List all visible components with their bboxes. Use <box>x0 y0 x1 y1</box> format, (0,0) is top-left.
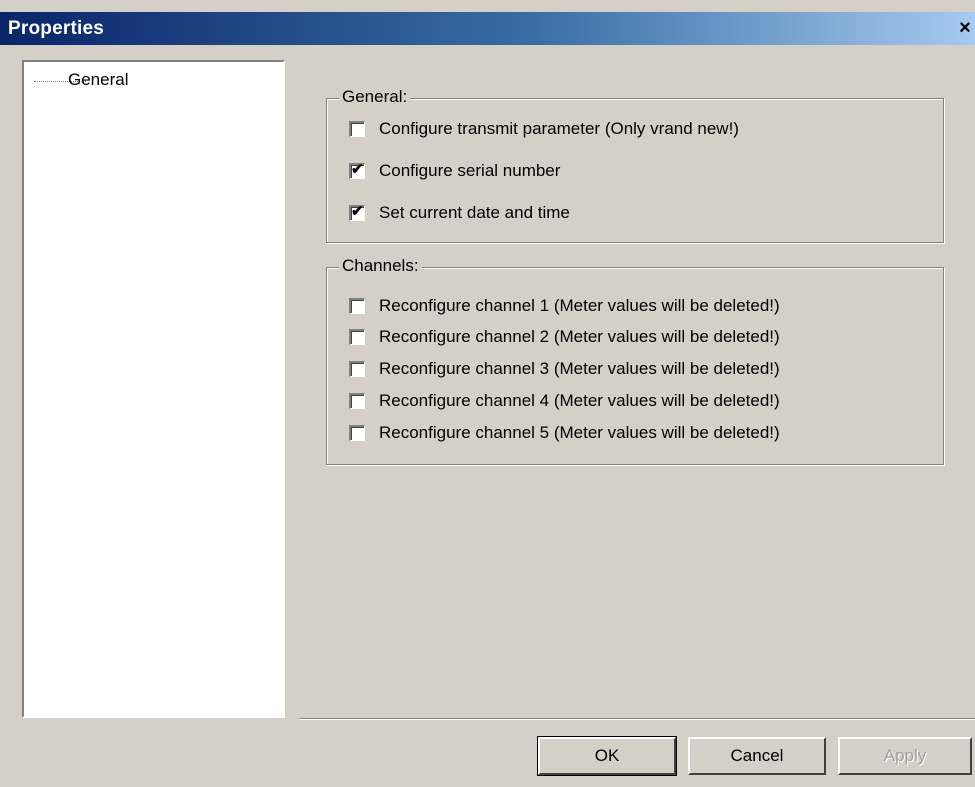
option-label: Reconfigure channel 5 (Meter values will… <box>379 423 780 442</box>
check-icon: ✔ <box>351 161 364 178</box>
checkbox-set-date-time[interactable]: ✔ <box>349 203 365 221</box>
checkbox-configure-serial[interactable]: ✔ <box>349 161 365 179</box>
cancel-button[interactable]: Cancel <box>688 737 826 775</box>
close-icon[interactable]: × <box>955 16 975 42</box>
checkbox-channel-5[interactable] <box>349 425 365 441</box>
option-label: Configure transmit parameter (Only vrand… <box>379 119 739 138</box>
general-group: General: Configure transmit parameter (O… <box>326 87 944 243</box>
button-separator <box>300 718 975 720</box>
option-label: Configure serial number <box>379 161 561 180</box>
checkbox-channel-4[interactable] <box>349 393 365 409</box>
channels-group: Channels: Reconfigure channel 1 (Meter v… <box>326 256 944 465</box>
window-title: Properties <box>8 18 104 39</box>
option-label: Reconfigure channel 3 (Meter values will… <box>379 359 780 378</box>
option-set-date-time[interactable]: ✔ Set current date and time <box>349 203 570 223</box>
option-reconfigure-channel-2[interactable]: Reconfigure channel 2 (Meter values will… <box>349 327 780 347</box>
option-configure-serial[interactable]: ✔ Configure serial number <box>349 161 560 181</box>
checkbox-channel-2[interactable] <box>349 329 365 345</box>
option-label: Reconfigure channel 4 (Meter values will… <box>379 391 780 410</box>
channels-group-title: Channels: <box>339 256 422 276</box>
check-icon: ✔ <box>351 203 364 220</box>
option-reconfigure-channel-3[interactable]: Reconfigure channel 3 (Meter values will… <box>349 359 780 379</box>
option-label: Reconfigure channel 2 (Meter values will… <box>379 327 780 346</box>
category-tree[interactable]: General <box>22 60 285 718</box>
checkbox-channel-3[interactable] <box>349 361 365 377</box>
option-label: Set current date and time <box>379 203 570 222</box>
checkbox-configure-transmit[interactable] <box>349 121 365 137</box>
title-bar[interactable]: Properties × <box>0 12 975 45</box>
option-configure-transmit[interactable]: Configure transmit parameter (Only vrand… <box>349 119 739 139</box>
option-reconfigure-channel-5[interactable]: Reconfigure channel 5 (Meter values will… <box>349 423 780 443</box>
checkbox-channel-1[interactable] <box>349 298 365 314</box>
option-label: Reconfigure channel 1 (Meter values will… <box>379 296 780 315</box>
option-reconfigure-channel-4[interactable]: Reconfigure channel 4 (Meter values will… <box>349 391 780 411</box>
ok-button[interactable]: OK <box>537 736 677 776</box>
option-reconfigure-channel-1[interactable]: Reconfigure channel 1 (Meter values will… <box>349 296 780 316</box>
apply-button[interactable]: Apply <box>838 737 972 775</box>
properties-dialog: Properties × General General: Configure … <box>0 0 975 787</box>
general-group-title: General: <box>339 87 411 107</box>
tree-item-general[interactable]: General <box>68 70 128 90</box>
